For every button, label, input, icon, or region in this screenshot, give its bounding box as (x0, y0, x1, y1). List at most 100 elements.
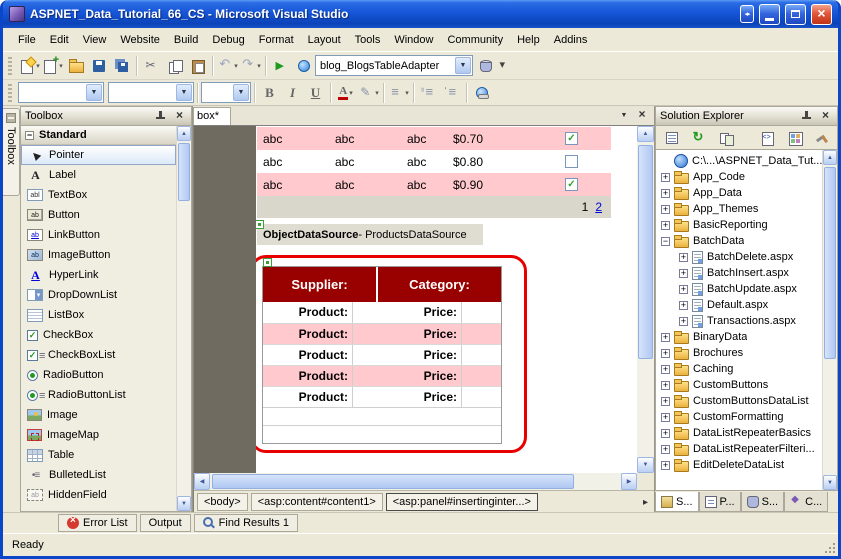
products-gridview[interactable]: abc abc abc $0.70 ✓ abc abc abc (257, 127, 611, 218)
pin-icon[interactable] (153, 109, 168, 123)
tree-item-datalistrepeaterbasics[interactable]: DataListRepeaterBasics (656, 425, 822, 441)
tree-item-default[interactable]: Default.aspx (656, 297, 822, 313)
menu-tools[interactable]: Tools (348, 30, 388, 50)
save-all-button[interactable] (110, 55, 133, 77)
smart-tag-icon[interactable] (256, 220, 264, 229)
tree-item-batchdata[interactable]: BatchData (656, 233, 822, 249)
menu-build[interactable]: Build (167, 30, 205, 50)
expand-icon[interactable] (679, 253, 688, 262)
tag-asp-panel[interactable]: <asp:panel#insertinginter...> (386, 493, 538, 511)
menu-window[interactable]: Window (387, 30, 440, 50)
scroll-down-icon[interactable] (637, 457, 654, 473)
toolbox-group-standard[interactable]: Standard (21, 126, 176, 145)
expand-icon[interactable] (661, 221, 670, 230)
tree-item-batchdelete[interactable]: BatchDelete.aspx (656, 249, 822, 265)
underline-button[interactable]: U (304, 82, 327, 104)
close-icon[interactable] (172, 109, 187, 123)
menu-format[interactable]: Format (252, 30, 301, 50)
tree-item-transactions[interactable]: Transactions.aspx (656, 313, 822, 329)
scroll-track[interactable] (177, 141, 191, 496)
menu-debug[interactable]: Debug (205, 30, 251, 50)
expand-icon[interactable] (679, 317, 688, 326)
document-close-icon[interactable] (635, 108, 649, 122)
tree-item-custombuttonsdatalist[interactable]: CustomButtonsDataList (656, 393, 822, 409)
toolbox-item-checkboxlist[interactable]: CheckBoxList (21, 345, 176, 365)
menu-website[interactable]: Website (113, 30, 167, 50)
objectdatasource-control[interactable]: ObjectDataSource - ProductsDataSource (257, 224, 483, 245)
tab-server-explorer[interactable]: S... (741, 492, 785, 512)
restore-button[interactable] (785, 4, 806, 25)
tree-item-caching[interactable]: Caching (656, 361, 822, 377)
toolbox-scrollbar[interactable] (176, 126, 191, 511)
target-rule-combo[interactable]: ▼ (18, 82, 104, 103)
tree-item-app-themes[interactable]: App_Themes (656, 201, 822, 217)
solution-explorer-header[interactable]: Solution Explorer (655, 106, 838, 126)
tree-item-binarydata[interactable]: BinaryData (656, 329, 822, 345)
scroll-thumb[interactable] (824, 167, 836, 359)
copy-button[interactable] (163, 55, 186, 77)
scroll-track[interactable] (210, 473, 621, 490)
scroll-left-icon[interactable]: ◀ (194, 473, 210, 490)
menu-view[interactable]: View (76, 30, 114, 50)
data-source-button[interactable] (473, 55, 496, 77)
chevron-down-icon[interactable]: ▼ (86, 84, 102, 101)
tab-class-view[interactable]: C... (784, 492, 828, 512)
tree-item-customformatting[interactable]: CustomFormatting (656, 409, 822, 425)
save-button[interactable] (87, 55, 110, 77)
tree-item-datalistrepeaterfiltering[interactable]: DataListRepeaterFilteri... (656, 441, 822, 457)
expand-icon[interactable] (661, 445, 670, 454)
tree-item-website-root[interactable]: C:\...\ASPNET_Data_Tut... (656, 153, 822, 169)
tree-item-app-code[interactable]: App_Code (656, 169, 822, 185)
expand-icon[interactable] (679, 285, 688, 294)
toolbox-item-imagemap[interactable]: ImageMap (21, 425, 176, 445)
expand-icon[interactable] (661, 205, 670, 214)
scroll-up-icon[interactable] (637, 126, 654, 142)
new-website-button[interactable]: ▾ (18, 55, 41, 77)
chevron-down-icon[interactable]: ▼ (233, 84, 249, 101)
toolbox-item-image[interactable]: Image (21, 405, 176, 425)
toolbox-item-imagebutton[interactable]: ImageButton (21, 245, 176, 265)
tree-item-custombuttons[interactable]: CustomButtons (656, 377, 822, 393)
scroll-thumb[interactable] (638, 145, 653, 359)
design-canvas[interactable]: abc abc abc $0.70 ✓ abc abc abc (256, 126, 637, 473)
chevron-right-icon[interactable] (643, 496, 651, 508)
table-adapter-combo[interactable]: blog_BlogsTableAdapter ▼ (315, 55, 473, 76)
bold-button[interactable]: B (258, 82, 281, 104)
scroll-up-icon[interactable] (177, 126, 191, 141)
toolbox-autohide-tab[interactable]: Toolbox (3, 108, 20, 196)
document-list-chevron-icon[interactable] (617, 108, 631, 122)
pin-icon[interactable] (799, 109, 814, 123)
toolbox-item-radiobutton[interactable]: RadioButton (21, 365, 176, 385)
scroll-thumb[interactable] (178, 143, 190, 201)
scroll-down-icon[interactable] (177, 496, 191, 511)
scroll-down-icon[interactable] (823, 475, 837, 490)
tree-item-basicreporting[interactable]: BasicReporting (656, 217, 822, 233)
close-button[interactable] (811, 4, 832, 25)
toolbar-options-button[interactable] (496, 55, 519, 77)
paste-button[interactable] (186, 55, 209, 77)
tree-item-batchinsert[interactable]: BatchInsert.aspx (656, 265, 822, 281)
refresh-button[interactable] (687, 127, 710, 149)
aspnet-configuration-button[interactable] (810, 127, 833, 149)
scroll-up-icon[interactable] (823, 150, 837, 165)
undo-button[interactable]: ▾ (216, 55, 239, 77)
scroll-thumb[interactable] (212, 474, 574, 489)
inserting-interface-table[interactable]: Supplier: Category: Product: Price: (262, 266, 502, 444)
nest-related-files-button[interactable] (714, 127, 737, 149)
menu-help[interactable]: Help (510, 30, 547, 50)
expand-icon[interactable] (661, 349, 670, 358)
menu-addins[interactable]: Addins (547, 30, 595, 50)
tab-find-results[interactable]: Find Results 1 (194, 514, 298, 532)
expand-icon[interactable] (661, 413, 670, 422)
close-icon[interactable] (818, 109, 833, 123)
toolbox-item-radiobuttonlist[interactable]: RadioButtonList (21, 385, 176, 405)
tab-error-list[interactable]: Error List (58, 514, 137, 532)
cut-button[interactable] (140, 55, 163, 77)
start-debug-button[interactable] (269, 55, 292, 77)
menu-community[interactable]: Community (440, 30, 510, 50)
toolbox-item-hyperlink[interactable]: HyperLink (21, 265, 176, 285)
scroll-right-icon[interactable]: ▶ (621, 473, 637, 490)
toolbox-item-dropdownlist[interactable]: DropDownList (21, 285, 176, 305)
redo-button[interactable]: ▾ (239, 55, 262, 77)
font-size-combo[interactable]: ▼ (201, 82, 251, 103)
